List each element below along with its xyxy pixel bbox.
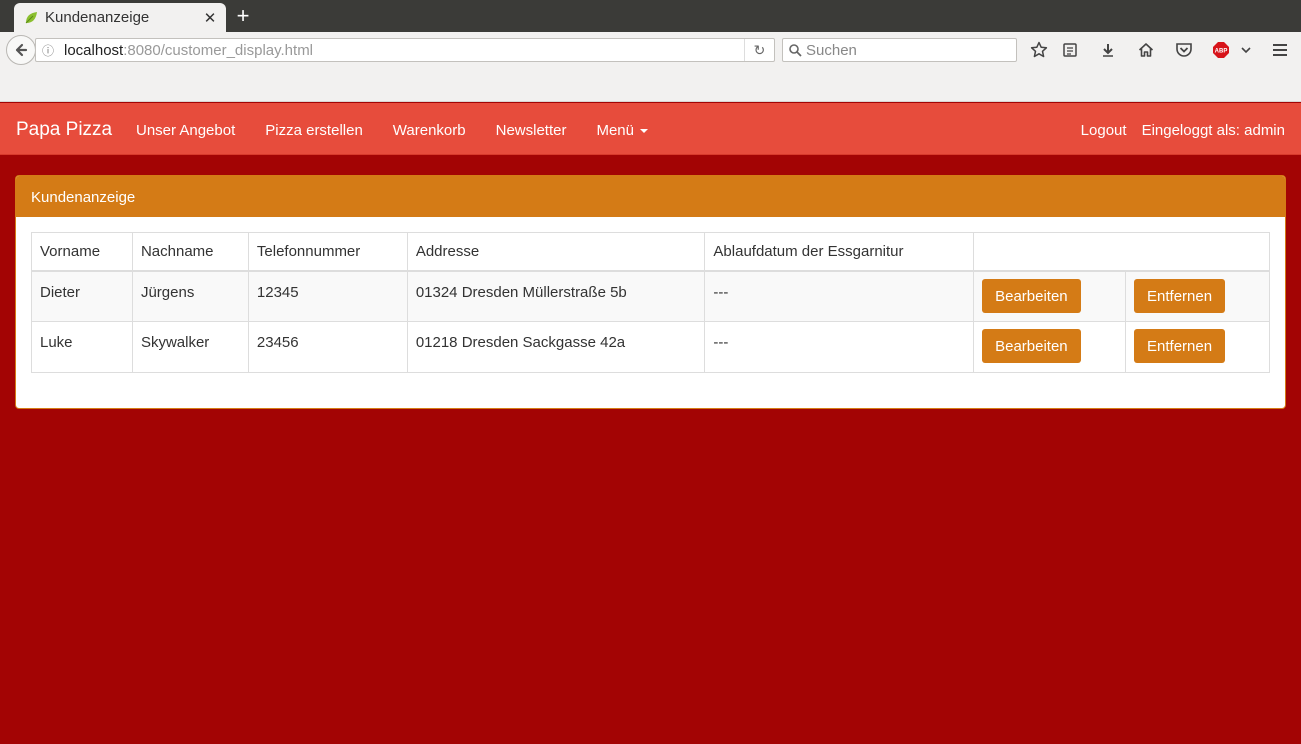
cell-remove: Entfernen — [1125, 321, 1270, 373]
cell-last-name: Skywalker — [131, 321, 249, 373]
cell-expiry: --- — [704, 270, 975, 322]
back-button[interactable] — [6, 35, 36, 65]
nav-item-angebot[interactable]: Unser Angebot — [121, 103, 250, 159]
cell-phone: 23456 — [247, 321, 408, 373]
header-nachname: Nachname — [131, 232, 249, 272]
logout-link[interactable]: Logout — [1081, 103, 1127, 159]
customer-table: Vorname Nachname Telefonnummer Addresse … — [31, 232, 1270, 373]
table-header-row: Vorname Nachname Telefonnummer Addresse … — [31, 232, 1270, 272]
svg-text:ABP: ABP — [1215, 49, 1228, 55]
table-row: Dieter Jürgens 12345 01324 Dresden Mülle… — [31, 270, 1270, 322]
panel-title: Kundenanzeige — [16, 176, 1285, 217]
cell-expiry: --- — [704, 321, 975, 373]
reload-icon[interactable]: ↻ — [744, 39, 774, 61]
menu-label: Menü — [596, 122, 634, 139]
nav-links: Unser Angebot Pizza erstellen Warenkorb … — [121, 103, 663, 159]
browser-tab-strip: Kundenanzeige ✕ + — [0, 0, 1301, 32]
nav-item-warenkorb[interactable]: Warenkorb — [378, 103, 481, 159]
brand-link[interactable]: Papa Pizza — [16, 103, 112, 157]
adblock-icon[interactable]: ABP — [1211, 40, 1231, 60]
header-actions — [973, 232, 1270, 272]
bookmark-star-icon[interactable] — [1029, 40, 1049, 60]
nav-item-pizza-erstellen[interactable]: Pizza erstellen — [250, 103, 378, 159]
caret-down-icon — [640, 129, 648, 134]
remove-button[interactable]: Entfernen — [1134, 329, 1226, 363]
new-tab-icon[interactable]: + — [232, 4, 254, 28]
download-icon[interactable] — [1098, 40, 1118, 60]
header-addresse: Addresse — [406, 232, 706, 272]
edit-button[interactable]: Bearbeiten — [982, 329, 1081, 363]
table-row: Luke Skywalker 23456 01218 Dresden Sackg… — [31, 321, 1270, 373]
browser-search-box[interactable] — [782, 38, 1017, 62]
header-telefonnummer: Telefonnummer — [247, 232, 408, 272]
remove-button[interactable]: Entfernen — [1134, 278, 1226, 313]
cell-address: 01218 Dresden Sackgasse 42a — [406, 321, 706, 373]
nav-item-menu-dropdown[interactable]: Menü — [581, 103, 663, 159]
customer-panel: Kundenanzeige Vorname Nachname Telefonnu… — [15, 175, 1286, 409]
app-navbar: Papa Pizza Unser Angebot Pizza erstellen… — [0, 103, 1301, 155]
url-bar[interactable]: ⓘ localhost:8080/customer_display.html ↻ — [35, 38, 775, 62]
tab-title: Kundenanzeige — [45, 9, 150, 26]
cell-last-name: Jürgens — [131, 270, 249, 322]
nav-item-newsletter[interactable]: Newsletter — [481, 103, 582, 159]
edit-button[interactable]: Bearbeiten — [982, 278, 1081, 313]
reading-list-icon[interactable] — [1060, 40, 1080, 60]
nav-right: Logout Eingeloggt als: admin — [1081, 103, 1285, 159]
pocket-icon[interactable] — [1174, 40, 1194, 60]
search-icon — [789, 43, 802, 57]
cell-phone: 12345 — [247, 270, 408, 322]
url-text[interactable]: localhost:8080/customer_display.html — [60, 42, 744, 59]
spring-leaf-icon — [24, 11, 38, 25]
cell-edit: Bearbeiten — [973, 270, 1127, 322]
home-icon[interactable] — [1136, 40, 1156, 60]
site-info-icon[interactable]: ⓘ — [36, 42, 60, 59]
browser-toolbar: ⓘ localhost:8080/customer_display.html ↻… — [0, 32, 1301, 102]
chevron-down-icon[interactable] — [1236, 40, 1256, 60]
logged-in-user-text: Eingeloggt als: admin — [1141, 122, 1285, 139]
cell-first-name: Luke — [31, 321, 133, 373]
header-vorname: Vorname — [31, 232, 133, 272]
panel-body: Vorname Nachname Telefonnummer Addresse … — [16, 217, 1285, 388]
browser-tab[interactable]: Kundenanzeige ✕ — [14, 3, 226, 32]
close-tab-icon[interactable]: ✕ — [202, 9, 218, 27]
cell-remove: Entfernen — [1125, 270, 1270, 322]
search-input[interactable] — [806, 41, 1006, 59]
header-ablaufdatum: Ablaufdatum der Essgarnitur — [704, 232, 975, 272]
hamburger-menu-icon[interactable] — [1270, 40, 1290, 60]
cell-first-name: Dieter — [31, 270, 133, 322]
cell-address: 01324 Dresden Müllerstraße 5b — [406, 270, 706, 322]
back-arrow-icon — [15, 43, 28, 57]
cell-edit: Bearbeiten — [973, 321, 1127, 373]
